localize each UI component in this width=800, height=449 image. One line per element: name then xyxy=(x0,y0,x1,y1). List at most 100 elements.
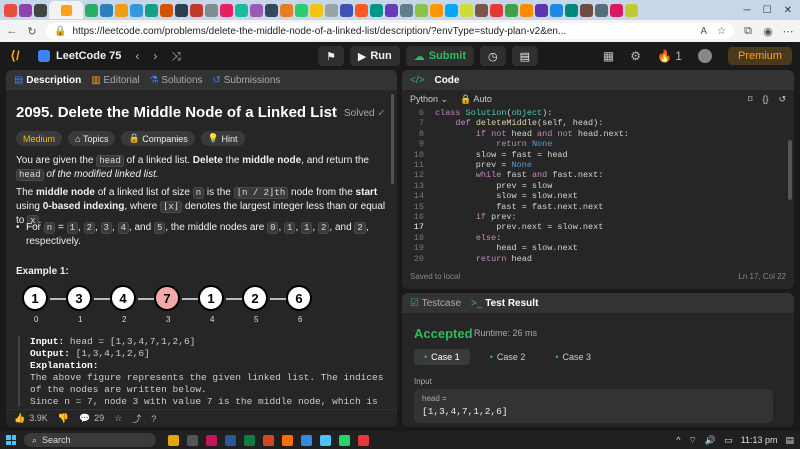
browser-tab-icon[interactable] xyxy=(175,3,188,17)
bookmark-icon[interactable]: ⌑ xyxy=(748,94,753,105)
browser-tab-icon[interactable] xyxy=(565,3,578,17)
prev-problem-icon[interactable]: ‹ xyxy=(135,49,139,63)
browser-tab-icon[interactable] xyxy=(190,3,203,17)
browser-tab-icon[interactable] xyxy=(115,3,128,17)
language-select[interactable]: Python ⌄ xyxy=(410,94,448,105)
taskbar-app-icon[interactable] xyxy=(244,434,255,446)
code-line[interactable]: def deleteMiddle(self, head): xyxy=(435,118,603,128)
volume-icon[interactable]: 🔊 xyxy=(705,435,716,446)
browser-tab-icon[interactable] xyxy=(235,3,248,17)
browser-tab-icon[interactable] xyxy=(85,3,98,17)
reset-icon[interactable]: ↺ xyxy=(778,94,786,105)
browser-tab-icon[interactable] xyxy=(460,3,473,17)
comments-button[interactable]: 💬 29 xyxy=(79,413,104,424)
browser-tab-icon[interactable] xyxy=(265,3,278,17)
browser-tab-icon[interactable] xyxy=(295,3,308,17)
maximize-icon[interactable]: ☐ xyxy=(763,5,772,16)
code-line[interactable]: prev = slow xyxy=(435,181,552,191)
tab-description[interactable]: ▤ Description xyxy=(14,75,81,86)
problem-title[interactable]: 2095. Delete the Middle Node of a Linked… xyxy=(16,104,337,121)
browser-tab-icon[interactable] xyxy=(595,3,608,17)
chevron-up-icon[interactable]: ^ xyxy=(676,435,680,445)
browser-tab-icon[interactable] xyxy=(280,3,293,17)
browser-tab-icon[interactable] xyxy=(4,3,17,17)
premium-button[interactable]: Premium xyxy=(727,47,792,65)
browser-tab-icon[interactable] xyxy=(520,3,533,17)
tab-testcase[interactable]: ☑ Testcase xyxy=(410,298,461,309)
code-line[interactable]: return head xyxy=(435,254,532,264)
code-scrollbar[interactable] xyxy=(788,140,792,200)
windows-start-icon[interactable] xyxy=(6,435,16,445)
browser-menu-icon[interactable]: ⋯ xyxy=(782,25,794,38)
taskbar-app-icon[interactable] xyxy=(206,434,217,446)
description-scrollbar[interactable] xyxy=(391,94,394,184)
browser-tab-icon[interactable] xyxy=(130,3,143,17)
browser-tab-icon[interactable] xyxy=(355,3,368,17)
shuffle-icon[interactable]: ⤨ xyxy=(171,49,181,64)
browser-tab-icon[interactable] xyxy=(19,3,32,17)
browser-tab-icon[interactable] xyxy=(400,3,413,17)
taskbar-app-icon[interactable] xyxy=(282,434,293,446)
favorite-star-icon[interactable]: ☆ xyxy=(114,413,122,424)
like-button[interactable]: 👍 3.9K xyxy=(14,413,48,424)
tab-editorial[interactable]: ▥ Editorial xyxy=(91,75,139,86)
layout-icon[interactable]: ▦ xyxy=(603,49,614,63)
taskbar-app-icon[interactable] xyxy=(358,434,369,446)
next-problem-icon[interactable]: › xyxy=(153,49,157,63)
url-field[interactable]: 🔒 https://leetcode.com/problems/delete-t… xyxy=(46,23,734,39)
browser-tab-icon[interactable] xyxy=(550,3,563,17)
read-aloud-icon[interactable]: A xyxy=(700,26,707,37)
battery-icon[interactable]: ▭ xyxy=(724,435,733,446)
streak-counter[interactable]: 🔥 1 xyxy=(657,49,682,63)
debug-icon[interactable]: ⚑ xyxy=(318,46,344,66)
minimize-icon[interactable]: ─ xyxy=(744,5,751,16)
browser-tab-icon[interactable] xyxy=(160,3,173,17)
submit-button[interactable]: ☁ Submit xyxy=(405,46,475,66)
notification-icon[interactable]: ▤ xyxy=(785,435,794,446)
browser-tab-icon[interactable] xyxy=(370,3,383,17)
notes-icon[interactable]: ▤ xyxy=(511,46,539,66)
dislike-button[interactable]: 👎 xyxy=(58,413,69,424)
browser-tab-icon[interactable] xyxy=(34,3,47,17)
settings-gear-icon[interactable]: ⚙ xyxy=(630,49,641,63)
share-icon[interactable]: ⤴ xyxy=(132,412,141,425)
code-line[interactable]: prev = None xyxy=(435,160,532,170)
tab-solutions[interactable]: ⚗ Solutions xyxy=(150,75,203,86)
case-tab-3[interactable]: • Case 3 xyxy=(545,349,601,365)
browser-tab-icon[interactable] xyxy=(445,3,458,17)
favorite-star-icon[interactable]: ☆ xyxy=(717,26,726,37)
profile-icon[interactable]: ◉ xyxy=(762,25,774,38)
code-line[interactable]: if not head and not head.next: xyxy=(435,129,629,139)
code-line[interactable]: class Solution(object): xyxy=(435,108,552,118)
code-line[interactable]: while fast and fast.next: xyxy=(435,170,604,180)
browser-tab-icon[interactable] xyxy=(580,3,593,17)
browser-tab-icon[interactable] xyxy=(145,3,158,17)
code-line[interactable]: if prev: xyxy=(435,212,517,222)
taskbar-app-icon[interactable] xyxy=(339,434,350,446)
back-icon[interactable]: ← xyxy=(6,25,18,37)
browser-tab-icon[interactable] xyxy=(310,3,323,17)
tab-test-result[interactable]: >_ Test Result xyxy=(471,298,538,309)
taskbar-app-icon[interactable] xyxy=(187,434,198,446)
taskbar-app-icon[interactable] xyxy=(225,434,236,446)
companies-chip[interactable]: 🔒 Companies xyxy=(121,131,195,146)
browser-tab-icon[interactable] xyxy=(535,3,548,17)
leetcode-logo-icon[interactable]: ⟨/ xyxy=(10,48,28,64)
wifi-icon[interactable]: ⌔ xyxy=(688,435,696,446)
taskbar-app-icon[interactable] xyxy=(301,434,312,446)
format-braces-icon[interactable]: {} xyxy=(762,94,768,105)
help-icon[interactable]: ? xyxy=(151,414,156,424)
case-tab-1[interactable]: • Case 1 xyxy=(414,349,470,365)
browser-tab-icon[interactable] xyxy=(430,3,443,17)
code-line[interactable]: slow = slow.next xyxy=(435,191,578,201)
taskbar-search[interactable]: ⌕ Search xyxy=(24,433,156,447)
avatar[interactable] xyxy=(697,49,712,63)
code-line[interactable]: head = slow.next xyxy=(435,243,578,253)
browser-tab-icon[interactable] xyxy=(505,3,518,17)
browser-tab-icon[interactable] xyxy=(250,3,263,17)
browser-tab-icon[interactable] xyxy=(610,3,623,17)
hint-chip[interactable]: 💡 Hint xyxy=(200,131,245,146)
topics-chip[interactable]: ⌂ Topics xyxy=(68,131,116,146)
browser-tab-icon[interactable] xyxy=(205,3,218,17)
timer-icon[interactable]: ◷ xyxy=(480,46,506,66)
